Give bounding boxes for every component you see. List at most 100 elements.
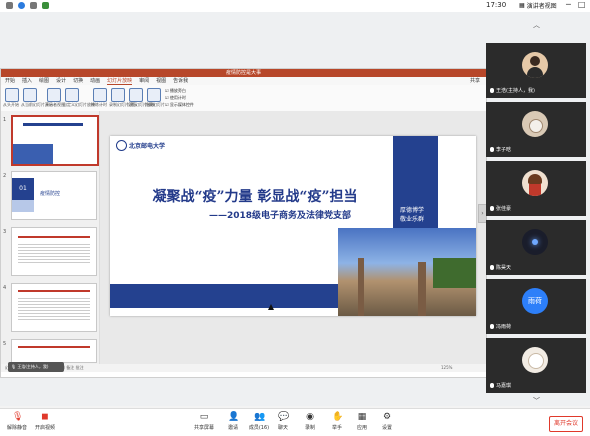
chevron-up-icon[interactable]: ︿ bbox=[533, 20, 540, 30]
slide-thumbnail-3[interactable] bbox=[11, 227, 97, 276]
person-photo-icon bbox=[522, 52, 548, 78]
unmute-button[interactable]: 🎙 解除静音 bbox=[2, 412, 32, 431]
shirt-shape bbox=[529, 184, 541, 196]
share-screen-button[interactable]: ▭ 共享屏幕 bbox=[189, 412, 219, 431]
chat-button[interactable]: 💬 聊天 bbox=[268, 412, 298, 431]
meeting-toolbar: 🎙 解除静音 ◼ 开启视频 ▭ 共享屏幕 👤 邀请 👥 成员(16) 💬 聊天 … bbox=[0, 408, 590, 436]
play-from-start-icon[interactable] bbox=[5, 88, 19, 102]
thumb-text bbox=[18, 296, 90, 322]
unmute-label: 解除静音 bbox=[6, 425, 27, 431]
grid-icon: ▦ bbox=[519, 2, 525, 9]
slide-thumbnail-1[interactable] bbox=[11, 115, 99, 166]
body-shape bbox=[527, 67, 543, 78]
tab-home[interactable]: 开始 bbox=[5, 77, 15, 85]
gate-pillar bbox=[418, 262, 426, 316]
participant-tile[interactable]: 马嘉琪 bbox=[486, 338, 586, 393]
custom-show-icon[interactable] bbox=[65, 88, 79, 102]
mic-icon bbox=[490, 265, 494, 270]
slide-subtitle: ——2018级电子商务及法律党支部 bbox=[208, 211, 352, 221]
participant-tile[interactable]: 王浩(主持人，我) bbox=[486, 43, 586, 98]
presenter-view-icon[interactable] bbox=[47, 88, 61, 102]
cartoon-photo-icon bbox=[522, 170, 548, 196]
thumb-section-title: 疫情防控 bbox=[40, 191, 61, 197]
dog-face bbox=[528, 353, 544, 369]
thumb-section-number: 01 bbox=[12, 178, 34, 200]
record-slideshow-icon[interactable] bbox=[111, 88, 125, 102]
mouse-cursor-icon bbox=[268, 304, 274, 310]
chat-label: 聊天 bbox=[277, 425, 288, 431]
zoom-level[interactable]: 125% bbox=[441, 365, 452, 370]
participant-tile[interactable]: 李子晗 bbox=[486, 102, 586, 157]
tab-tell-me[interactable]: 告诉我 bbox=[173, 77, 188, 85]
participant-name: 李子晗 bbox=[490, 146, 511, 153]
thumb-number: 2 bbox=[3, 173, 7, 179]
hair-shape bbox=[528, 174, 542, 184]
checkbox-timings[interactable]: ☑ 使用计时 bbox=[165, 95, 186, 101]
checkbox-narration[interactable]: ☑ 播放旁白 bbox=[165, 88, 186, 94]
initials-avatar: 雨荷 bbox=[522, 288, 548, 314]
rehearse-icon[interactable] bbox=[93, 88, 107, 102]
slide-editor: 北京邮电大学 厚德博学 敬业乐群 凝聚战“疫”力量 彰显战“疫”担当 ——201… bbox=[100, 111, 486, 364]
start-video-button[interactable]: ◼ 开启视频 bbox=[30, 412, 60, 431]
chevron-down-icon[interactable]: ﹀ bbox=[533, 396, 540, 406]
leave-meeting-button[interactable]: 离开会议 bbox=[549, 416, 583, 432]
tab-animations[interactable]: 动画 bbox=[90, 77, 100, 85]
glow-shape bbox=[532, 239, 538, 245]
play-current-icon[interactable] bbox=[23, 88, 37, 102]
tab-insert[interactable]: 插入 bbox=[22, 77, 32, 85]
checkbox-media-controls[interactable]: ☑ 显示媒体控件 bbox=[165, 102, 194, 108]
speaker-view-button[interactable]: ▦ 演讲者视图 bbox=[519, 1, 557, 10]
share-screen-icon: ▭ bbox=[199, 412, 209, 422]
trees bbox=[433, 258, 476, 288]
record-icon: ◉ bbox=[306, 412, 314, 422]
participant-name: 冯雨荷 bbox=[490, 323, 511, 330]
hide-slide-icon[interactable] bbox=[147, 88, 161, 102]
gear-icon: ⚙ bbox=[382, 412, 392, 422]
record-button[interactable]: ◉ 录制 bbox=[295, 412, 325, 431]
settings-button[interactable]: ⚙ 设置 bbox=[372, 412, 402, 431]
thumb-photo bbox=[13, 144, 53, 164]
slide-thumbnail-4[interactable] bbox=[11, 283, 97, 332]
participant-name-text: 王浩(主持人，我) bbox=[496, 88, 535, 94]
tab-draw[interactable]: 绘图 bbox=[39, 77, 49, 85]
thumb-title-bar bbox=[23, 123, 83, 126]
tab-view[interactable]: 视图 bbox=[156, 77, 166, 85]
ribbon-label: 从头开始 bbox=[3, 102, 19, 107]
university-name: 北京邮电大学 bbox=[129, 143, 166, 150]
tab-slideshow[interactable]: 幻灯片放映 bbox=[107, 77, 133, 85]
participant-tile[interactable]: 陈昊天 bbox=[486, 220, 586, 275]
motto-line-1: 厚德博学 bbox=[400, 207, 425, 214]
ribbon-label: 隐藏幻灯片 bbox=[145, 102, 165, 107]
tab-transitions[interactable]: 切换 bbox=[73, 77, 83, 85]
ppt-status-bar: 幻灯片第1张，共12张 中文(中国) 备注 批注 125% bbox=[1, 364, 486, 372]
motto-line-2: 敬业乐群 bbox=[400, 216, 425, 223]
thumb-text bbox=[18, 242, 90, 264]
current-slide[interactable]: 北京邮电大学 厚德博学 敬业乐群 凝聚战“疫”力量 彰显战“疫”担当 ——201… bbox=[110, 136, 476, 316]
slide-thumbnail-2[interactable]: 01 疫情防控 bbox=[11, 171, 97, 220]
ppt-share-button[interactable]: 共享 bbox=[470, 77, 480, 85]
minimize-icon[interactable]: ─ bbox=[566, 0, 571, 9]
thumb-line bbox=[18, 236, 90, 238]
ribbon-label: 演示者视图 bbox=[45, 102, 65, 107]
muted-mic-icon: 🎙 bbox=[12, 412, 24, 422]
setup-slideshow-icon[interactable] bbox=[129, 88, 143, 102]
slide-thumbnail-5[interactable] bbox=[11, 339, 97, 363]
participant-tile[interactable]: 张佳豪 bbox=[486, 161, 586, 216]
night-photo-icon bbox=[522, 229, 548, 255]
participant-name-text: 冯雨荷 bbox=[496, 324, 512, 330]
participant-gallery: 王浩(主持人，我) 李子晗 张佳豪 陈昊天 雨荷 冯雨荷 马嘉琪 bbox=[486, 36, 586, 393]
mic-icon bbox=[490, 88, 494, 93]
tab-design[interactable]: 设计 bbox=[56, 77, 66, 85]
maximize-icon[interactable]: □ bbox=[578, 0, 586, 9]
clock-text: 17:30 bbox=[486, 1, 507, 9]
ppt-window-title: 疫情防控是大事 bbox=[1, 69, 486, 77]
participant-name: 马嘉琪 bbox=[490, 382, 511, 389]
mic-icon bbox=[490, 206, 494, 211]
tab-review[interactable]: 审阅 bbox=[139, 77, 149, 85]
participant-tile[interactable]: 雨荷 冯雨荷 bbox=[486, 279, 586, 334]
participant-name: 张佳豪 bbox=[490, 205, 511, 212]
checkbox-label: 使用计时 bbox=[169, 95, 186, 100]
cat-face bbox=[529, 119, 543, 133]
campus-photo bbox=[338, 228, 476, 316]
thumb-line bbox=[18, 346, 90, 348]
